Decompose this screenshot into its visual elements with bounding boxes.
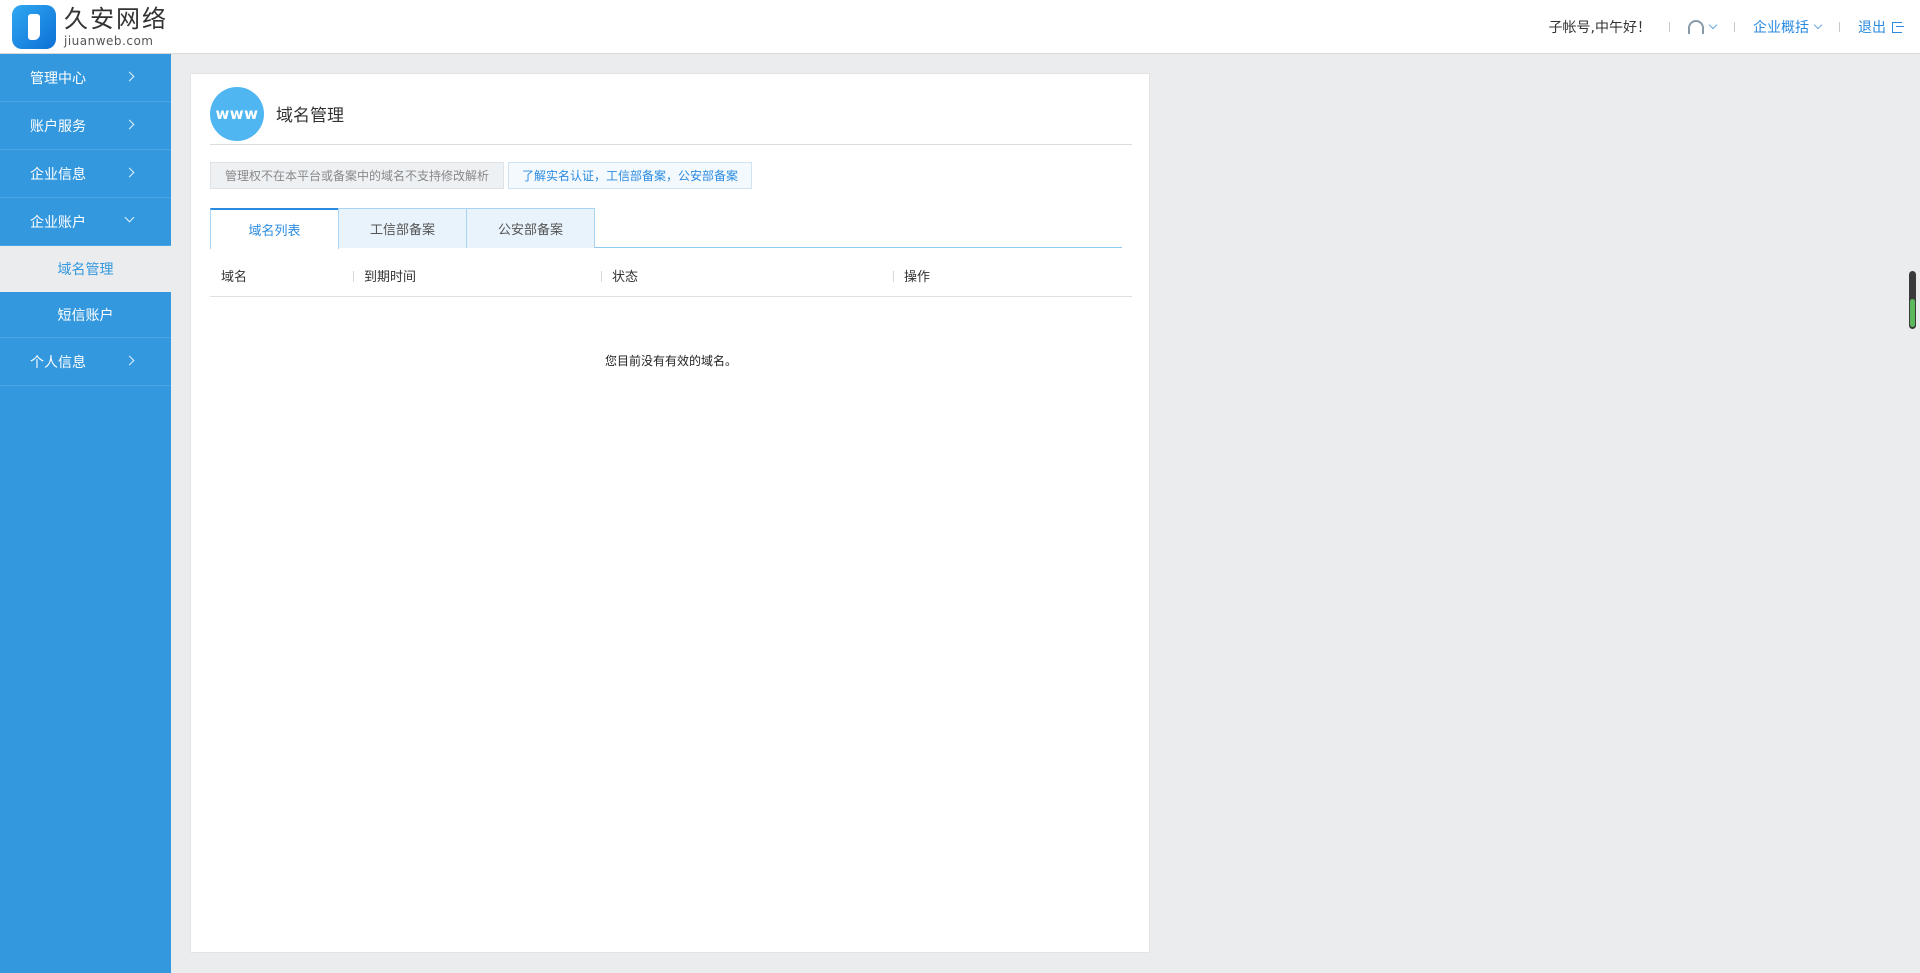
header-divider	[1734, 22, 1735, 32]
sidebar-subitem-domain-management[interactable]: 域名管理	[0, 246, 171, 292]
chevron-right-icon	[124, 71, 135, 82]
sidebar-subitem-label: 短信账户	[57, 307, 114, 324]
sidebar-item-company-info[interactable]: 企业信息	[0, 150, 171, 198]
chevron-down-icon	[1813, 20, 1823, 30]
company-overview-label: 企业概括	[1753, 20, 1809, 36]
sidebar-subitem-sms-account[interactable]: 短信账户	[0, 292, 171, 338]
support-menu[interactable]	[1688, 20, 1718, 34]
www-icon: www	[210, 86, 264, 141]
domain-management-panel: www 域名管理 管理权不在本平台或备案中的域名不支持修改解析 了解实名认证，工…	[190, 73, 1150, 953]
chevron-right-icon	[124, 119, 135, 130]
sidebar-item-label: 企业信息	[30, 166, 86, 183]
tab-domain-list[interactable]: 域名列表	[210, 208, 339, 249]
notice-text: 管理权不在本平台或备案中的域名不支持修改解析	[210, 162, 505, 189]
sidebar-item-label: 账户服务	[30, 118, 86, 135]
logout-button[interactable]: 退出	[1858, 17, 1904, 37]
sidebar-item-company-account[interactable]: 企业账户	[0, 198, 171, 246]
header-divider	[1839, 22, 1840, 32]
chevron-right-icon	[124, 355, 135, 366]
column-header-status: 状态	[612, 270, 639, 285]
tab-miit-filing[interactable]: 工信部备案	[338, 208, 467, 248]
column-header-expiry: 到期时间	[364, 270, 417, 285]
sidebar-subitem-label: 域名管理	[57, 261, 114, 278]
sidebar-item-account-services[interactable]: 账户服务	[0, 102, 171, 150]
column-divider	[353, 271, 354, 282]
header-user-area: 子帐号,中午好！ 企业概括 退出	[1548, 0, 1904, 54]
column-header-actions: 操作	[904, 270, 931, 285]
sidebar-item-label: 企业账户	[30, 214, 86, 231]
sidebar-item-personal-info[interactable]: 个人信息	[0, 338, 171, 386]
scroll-indicator[interactable]	[1909, 271, 1916, 329]
chevron-down-icon	[1708, 20, 1718, 30]
greeting-text: 子帐号,中午好！	[1548, 20, 1651, 36]
table-header: 域名 到期时间 状态 操作	[210, 254, 1132, 297]
page-title: 域名管理	[276, 106, 344, 126]
column-header-domain: 域名	[221, 270, 248, 285]
brand-logo-icon	[12, 5, 56, 49]
company-overview-menu[interactable]: 企业概括	[1753, 17, 1823, 37]
logout-icon	[1892, 21, 1904, 33]
chevron-right-icon	[124, 167, 135, 178]
header-divider	[1669, 22, 1670, 32]
empty-state-message: 您目前没有有效的域名。	[604, 354, 737, 368]
column-divider	[601, 271, 602, 282]
top-header: 久安网络 jiuanweb.com 子帐号,中午好！ 企业概括 退出	[0, 0, 1920, 54]
panel-header: www 域名管理	[210, 83, 1132, 145]
sidebar-item-label: 个人信息	[30, 354, 86, 371]
tab-police-filing[interactable]: 公安部备案	[466, 208, 595, 248]
tab-bar: 域名列表 工信部备案 公安部备案	[210, 208, 1122, 249]
column-divider	[893, 271, 894, 282]
chevron-down-icon	[124, 212, 135, 223]
brand-name: 久安网络	[64, 5, 168, 33]
sidebar-nav: 管理中心 账户服务 企业信息 企业账户 域名管理 短信账户 个人信息	[0, 54, 171, 973]
sidebar-item-management-center[interactable]: 管理中心	[0, 54, 171, 102]
brand-text: 久安网络 jiuanweb.com	[64, 7, 168, 47]
brand-logo[interactable]: 久安网络 jiuanweb.com	[12, 4, 168, 50]
headset-icon	[1688, 20, 1704, 34]
brand-domain: jiuanweb.com	[64, 34, 154, 48]
sidebar-item-label: 管理中心	[30, 70, 86, 87]
logout-label: 退出	[1858, 20, 1886, 36]
verification-info-link[interactable]: 了解实名认证，工信部备案，公安部备案	[508, 162, 753, 189]
